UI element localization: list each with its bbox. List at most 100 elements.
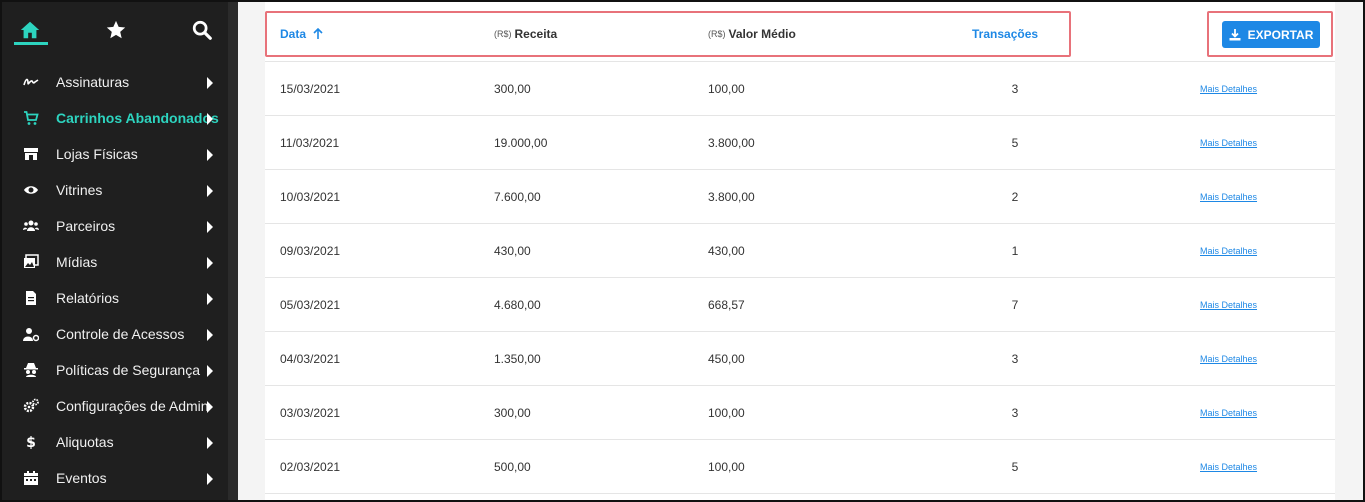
table-row: 05/03/2021 4.680,00 668,57 7 Mais Detalhes xyxy=(265,278,1335,332)
cell-revenue: 4.680,00 xyxy=(494,298,541,312)
home-active-indicator xyxy=(14,42,48,45)
cell-transactions: 5 xyxy=(1011,136,1019,150)
cell-average: 100,00 xyxy=(708,406,745,420)
cell-date: 11/03/2021 xyxy=(280,136,340,150)
more-details-link[interactable]: Mais Detalhes xyxy=(1200,408,1257,418)
sidebar-item-label: Políticas de Segurança xyxy=(56,362,200,378)
cell-transactions: 5 xyxy=(1011,460,1019,474)
table-row: 03/03/2021 300,00 100,00 3 Mais Detalhes xyxy=(265,386,1335,440)
cell-revenue: 7.600,00 xyxy=(494,190,541,204)
signature-icon xyxy=(22,73,40,91)
sidebar-item-label: Relatórios xyxy=(56,290,120,306)
sidebar-item-label: Carrinhos Abandonados xyxy=(56,110,219,126)
more-details-link[interactable]: Mais Detalhes xyxy=(1200,462,1257,472)
currency-unit: (R$) xyxy=(708,29,726,39)
table-row: 15/03/2021 300,00 100,00 3 Mais Detalhes xyxy=(265,62,1335,116)
sidebar-item-assinaturas[interactable]: Assinaturas xyxy=(2,64,228,100)
sidebar-item-eventos[interactable]: Eventos xyxy=(2,460,228,496)
report-table-panel: Data (R$) Receita (R$) Valor Médio Trans… xyxy=(265,2,1335,500)
column-header-revenue[interactable]: (R$) Receita xyxy=(494,27,557,41)
cart-icon xyxy=(22,109,40,127)
table-row: 11/03/2021 19.000,00 3.800,00 5 Mais Detalhe… xyxy=(265,116,1335,170)
column-header-date-label: Data xyxy=(280,27,307,41)
users-icon xyxy=(22,217,40,235)
column-header-date[interactable]: Data xyxy=(280,27,324,41)
table-row: 02/03/2021 500,00 100,00 5 Mais Detalhes xyxy=(265,440,1335,494)
cell-average: 3.800,00 xyxy=(708,136,755,150)
chevron-right-icon xyxy=(206,76,214,89)
more-details-link[interactable]: Mais Detalhes xyxy=(1200,246,1257,256)
table-row: 09/03/2021 430,00 430,00 1 Mais Detalhes xyxy=(265,224,1335,278)
cell-transactions: 3 xyxy=(1011,352,1019,366)
chevron-right-icon xyxy=(206,148,214,161)
cell-date: 10/03/2021 xyxy=(280,190,341,204)
calendar-icon xyxy=(22,469,40,487)
cell-date: 02/03/2021 xyxy=(280,460,341,474)
chevron-right-icon xyxy=(206,292,214,305)
sidebar-item-politicas-de-seguranca[interactable]: Políticas de Segurança xyxy=(2,352,228,388)
sidebar-item-midias[interactable]: Mídias xyxy=(2,244,228,280)
home-icon[interactable] xyxy=(18,18,42,42)
more-details-link[interactable]: Mais Detalhes xyxy=(1200,138,1257,148)
more-details-link[interactable]: Mais Detalhes xyxy=(1200,354,1257,364)
sidebar-item-label: Lojas Físicas xyxy=(56,146,138,162)
sidebar-item-label: Vitrines xyxy=(56,182,103,198)
star-icon[interactable] xyxy=(104,18,128,42)
column-header-average[interactable]: (R$) Valor Médio xyxy=(708,27,796,41)
sidebar-item-parceiros[interactable]: Parceiros xyxy=(2,208,228,244)
cell-average: 100,00 xyxy=(708,460,745,474)
user-gear-icon xyxy=(22,325,40,343)
chevron-right-icon xyxy=(206,472,214,485)
search-icon[interactable] xyxy=(190,18,214,42)
chevron-right-icon xyxy=(206,436,214,449)
header-highlight-box xyxy=(265,11,1071,57)
arrow-up-icon xyxy=(313,28,323,39)
sidebar-item-relatorios[interactable]: Relatórios xyxy=(2,280,228,316)
column-header-revenue-label: Receita xyxy=(514,27,558,41)
eye-icon xyxy=(22,181,40,199)
more-details-link[interactable]: Mais Detalhes xyxy=(1200,192,1257,202)
more-details-link[interactable]: Mais Detalhes xyxy=(1200,84,1257,94)
table-body: 15/03/2021 300,00 100,00 3 Mais Detalhes 11/0… xyxy=(265,62,1335,494)
download-icon xyxy=(1229,28,1241,40)
sidebar-item-lojas-fisicas[interactable]: Lojas Físicas xyxy=(2,136,228,172)
chevron-right-icon xyxy=(206,112,214,125)
svg-text:$: $ xyxy=(26,435,36,450)
column-header-transactions[interactable]: Transações xyxy=(972,27,1038,41)
export-button[interactable]: EXPORTAR xyxy=(1222,21,1320,48)
sidebar-item-aliquotas[interactable]: $ Aliquotas xyxy=(2,424,228,460)
sidebar-top-bar xyxy=(2,2,228,60)
media-icon xyxy=(22,253,40,271)
cogs-icon xyxy=(22,397,40,415)
column-header-average-label: Valor Médio xyxy=(728,27,796,41)
currency-unit: (R$) xyxy=(494,29,512,39)
sidebar-item-label: Assinaturas xyxy=(56,74,130,90)
sidebar-item-label: Configurações de Admin xyxy=(56,398,209,414)
cell-revenue: 300,00 xyxy=(494,406,531,420)
sidebar-item-vitrines[interactable]: Vitrines xyxy=(2,172,228,208)
cell-date: 05/03/2021 xyxy=(280,298,341,312)
chevron-right-icon xyxy=(206,256,214,269)
sidebar-nav: Assinaturas Carrinhos Abandonados Lojas … xyxy=(2,64,228,496)
cell-transactions: 3 xyxy=(1011,82,1019,96)
store-icon xyxy=(22,145,40,163)
column-header-transactions-label: Transações xyxy=(972,27,1039,41)
cell-revenue: 430,00 xyxy=(494,244,531,258)
main-content: Data (R$) Receita (R$) Valor Médio Trans… xyxy=(238,2,1363,500)
chevron-right-icon xyxy=(206,184,214,197)
sidebar-scroll-divider xyxy=(228,2,238,500)
export-button-label: EXPORTAR xyxy=(1247,27,1314,42)
cell-revenue: 1.350,00 xyxy=(494,352,541,366)
sidebar-item-carrinhos-abandonados[interactable]: Carrinhos Abandonados xyxy=(2,100,228,136)
cell-transactions: 1 xyxy=(1011,244,1019,258)
chevron-right-icon xyxy=(206,328,214,341)
chevron-right-icon xyxy=(206,364,214,377)
cell-revenue: 500,00 xyxy=(494,460,531,474)
more-details-link[interactable]: Mais Detalhes xyxy=(1200,300,1257,310)
cell-average: 430,00 xyxy=(708,244,745,258)
sidebar-item-controle-de-acessos[interactable]: Controle de Acessos xyxy=(2,316,228,352)
spy-icon xyxy=(22,361,40,379)
sidebar: Assinaturas Carrinhos Abandonados Lojas … xyxy=(2,2,228,500)
sidebar-item-configuracoes-de-admin[interactable]: Configurações de Admin xyxy=(2,388,228,424)
cell-date: 15/03/2021 xyxy=(280,82,341,96)
